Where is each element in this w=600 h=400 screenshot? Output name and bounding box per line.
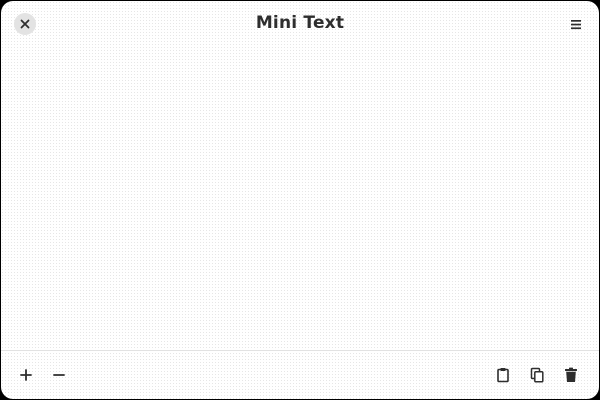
header-bar: Mini Text — [1, 1, 599, 47]
plus-icon — [20, 369, 32, 381]
app-window: Mini Text — [1, 1, 599, 399]
text-editor-area[interactable] — [1, 47, 599, 349]
copy-button[interactable] — [527, 365, 547, 385]
clipboard-icon — [496, 367, 510, 383]
delete-button[interactable] — [561, 365, 581, 385]
bottom-toolbar — [1, 350, 599, 399]
zoom-in-button[interactable] — [16, 365, 36, 385]
copy-icon — [530, 367, 544, 383]
minus-icon — [53, 369, 65, 381]
main-menu-button[interactable] — [567, 15, 585, 33]
paste-button[interactable] — [493, 365, 513, 385]
window-title: Mini Text — [255, 13, 345, 33]
hamburger-menu-icon — [570, 19, 582, 30]
zoom-out-button[interactable] — [49, 365, 69, 385]
trash-icon — [564, 367, 578, 383]
